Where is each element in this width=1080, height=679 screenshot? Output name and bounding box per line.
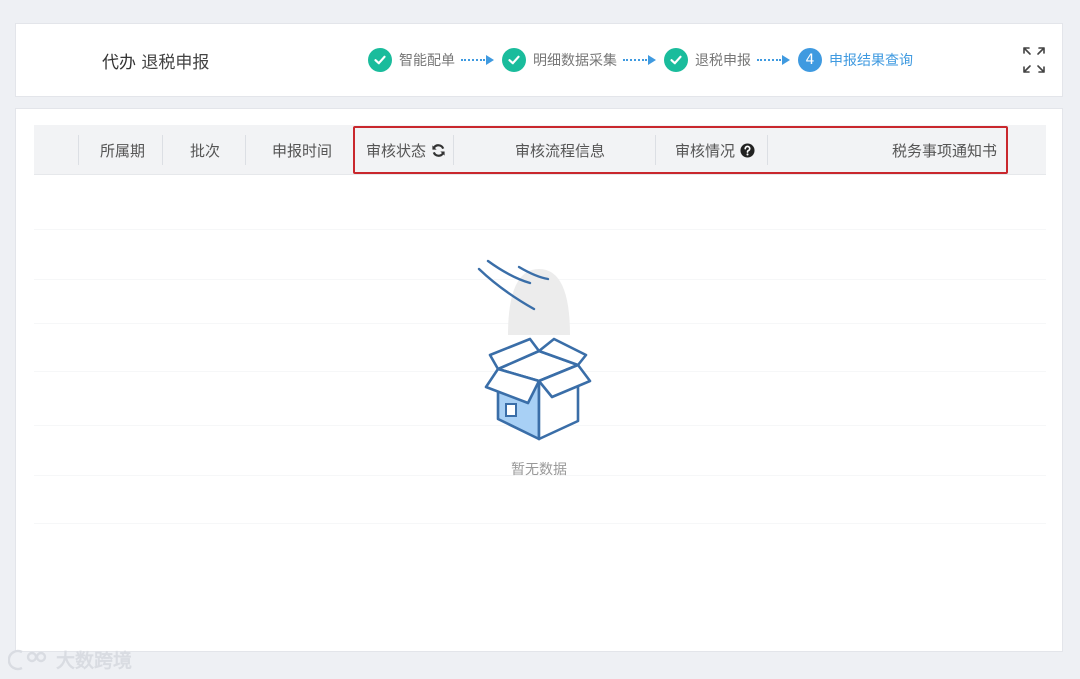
step-label: 申报结果查询 [829,53,913,69]
step-indicator: 智能配单 明细数据采集 退税申报 4 申报结果查询 [368,43,913,77]
step-label: 退税申报 [695,53,751,69]
step-arrow-icon [623,55,656,65]
column-review-process[interactable]: 审核流程信息 [453,125,657,175]
watermark: 大数跨境 [8,646,132,673]
step-result-query[interactable]: 4 申报结果查询 [798,48,913,72]
column-review-result[interactable]: 审核情况 [655,125,769,175]
column-period[interactable]: 所属期 [78,125,164,175]
step-smart-order[interactable]: 智能配单 [368,48,455,72]
column-declare-time[interactable]: 申报时间 [245,125,355,175]
step-arrow-icon [757,55,790,65]
column-label: 批次 [190,141,221,160]
row-divider [34,229,1046,230]
watermark-text: 大数跨境 [56,650,133,672]
watermark-logo-icon [8,649,47,670]
help-icon[interactable] [740,142,755,158]
column-label: 审核流程信息 [515,141,606,160]
result-table-card: 所属期 批次 申报时间 审核状态 审核流程信息 审核情况 税务事项通知书 暂无数… [15,108,1063,652]
column-label: 所属期 [100,141,146,160]
progress-card: 代办 退税申报 智能配单 明细数据采集 退税申报 4 申报结果查询 [15,23,1063,97]
column-label: 申报时间 [272,141,333,160]
refresh-icon[interactable] [431,143,446,158]
check-icon [368,48,392,72]
step-arrow-icon [461,55,494,65]
step-detail-collection[interactable]: 明细数据采集 [502,48,617,72]
empty-state [16,259,1062,453]
check-icon [502,48,526,72]
column-label: 税务事项通知书 [891,141,997,160]
column-batch[interactable]: 批次 [162,125,246,175]
step-tax-refund-declare[interactable]: 退税申报 [664,48,751,72]
empty-state-text: 暂无数据 [511,462,567,478]
column-label: 审核情况 [675,141,736,160]
column-label: 审核状态 [366,141,427,160]
column-tax-notice[interactable]: 税务事项通知书 [767,125,997,175]
page-title: 代办 退税申报 [102,48,209,73]
step-number-badge: 4 [798,48,822,72]
page-title-text: 退税申报 [141,53,210,73]
table-header: 所属期 批次 申报时间 审核状态 审核流程信息 审核情况 税务事项通知书 [34,125,1046,175]
column-review-status[interactable]: 审核状态 [366,125,456,175]
empty-box-icon [477,259,592,441]
fullscreen-expand-icon[interactable] [1022,46,1046,74]
page-title-prefix: 代办 [102,53,136,73]
row-divider [34,523,1046,524]
step-label: 明细数据采集 [533,53,617,69]
check-icon [664,48,688,72]
step-label: 智能配单 [399,53,455,69]
